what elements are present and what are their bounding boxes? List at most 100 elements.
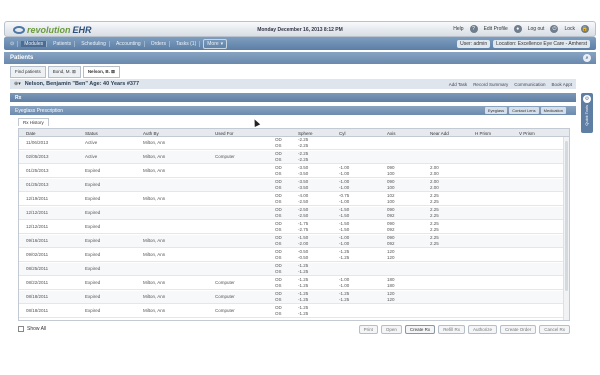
tab-rx-history[interactable]: Rx History: [18, 118, 49, 126]
nav-orders[interactable]: Orders: [148, 40, 170, 47]
cell-sph: -2.25 -2.25: [298, 151, 308, 163]
cell-axis-os: 100: [387, 171, 395, 176]
table-row[interactable]: 08/22/2011 Expired Milton, Ann Computer OD OS…: [19, 277, 563, 290]
table-row[interactable]: 08/18/2011 Expired Milton, Ann Computer OD OS…: [19, 305, 563, 318]
contact-lens-button[interactable]: Contact Lens: [509, 107, 539, 114]
rx-section-header: Rx: [10, 93, 576, 102]
help-link[interactable]: Help: [453, 26, 463, 32]
cell-eye: OD OS: [275, 277, 282, 289]
table-row[interactable]: 02/05/2013 Active Milton, Ann Computer OD OS -…: [19, 151, 563, 164]
cell-axis: 090 100: [387, 165, 395, 177]
logout-link[interactable]: Log out: [528, 26, 545, 32]
open-button[interactable]: Open: [380, 324, 402, 334]
table-row[interactable]: 11/06/2013 Active Milton, Ann OD OS -2.25 -2.2…: [19, 137, 563, 150]
add-task-link[interactable]: Add Task: [449, 82, 467, 87]
nav-tasks[interactable]: Tasks (1): [173, 40, 201, 47]
tab-nelson[interactable]: Nelson, B. ⊠: [82, 66, 120, 78]
search-icon[interactable]: ⌕: [583, 54, 591, 62]
power-icon[interactable]: ⏻: [550, 25, 559, 33]
cell-cyl: -1.50 -1.50: [339, 221, 349, 233]
col-axis[interactable]: Axis: [387, 131, 396, 136]
lock-link[interactable]: Lock: [564, 26, 575, 32]
person-icon[interactable]: ●: [513, 25, 522, 33]
edit-profile-link[interactable]: Edit Profile: [484, 26, 508, 32]
col-auth-by[interactable]: Auth By: [143, 131, 159, 136]
book-appt-link[interactable]: Book Appt: [551, 82, 572, 87]
table-row[interactable]: 09/16/2011 Expired Milton, Ann OD OS -1.50 -2.…: [19, 235, 563, 248]
table-row[interactable]: 12/12/2011 Expired OD OS -1.75 -2.75 -1.50 -1.5…: [19, 221, 563, 234]
cell-add: 2.00 2.00: [430, 179, 439, 191]
cell-eye: OD OS: [275, 165, 282, 177]
table-row[interactable]: 01/25/2013 Expired Milton, Ann OD OS -3.50 -3.…: [19, 165, 563, 178]
medication-button[interactable]: Medication: [540, 107, 566, 114]
table-scrollbar[interactable]: [563, 137, 569, 320]
table-row[interactable]: 09/02/2011 Expired Milton, Ann OD OS -0.50 -0.…: [19, 249, 563, 262]
col-used-for[interactable]: Used For: [215, 131, 234, 136]
cell-status: Expired: [85, 224, 101, 229]
col-near-add[interactable]: Near Add: [430, 131, 449, 136]
cell-cyl: -1.50 -1.50: [339, 207, 349, 219]
rx-history-table: Date Status Auth By Used For Sphere Cyl …: [18, 128, 570, 321]
cell-cyl-os: -1.00: [339, 283, 350, 288]
show-all-checkbox[interactable]: [18, 326, 24, 332]
create-order-button[interactable]: Create Order: [499, 324, 537, 334]
table-row[interactable]: 01/25/2013 Expired OD OS -3.50 -3.50 -1.00 -1.0…: [19, 179, 563, 192]
col-cyl[interactable]: Cyl: [339, 131, 346, 136]
cell-axis: 102 100: [387, 193, 395, 205]
cell-cyl-os: -1.00: [339, 185, 350, 190]
cell-add: 2.25 2.25: [430, 193, 439, 205]
col-status[interactable]: Status: [85, 131, 98, 136]
cell-add: 2.25 2.25: [430, 235, 439, 247]
eye-os: OS: [275, 311, 282, 316]
cell-sph: -0.50 -0.50: [298, 249, 308, 261]
cell-eye: OD OS: [275, 207, 282, 219]
more-button[interactable]: More ▾: [203, 38, 228, 49]
communication-link[interactable]: Communication: [514, 82, 545, 87]
cell-add: 2.25 2.25: [430, 207, 439, 219]
cell-axis-os: 180: [387, 283, 395, 288]
cell-axis: 090 092: [387, 207, 395, 219]
gear-icon[interactable]: ⚙: [583, 95, 591, 103]
cell-sph: -1.25 -1.25: [298, 305, 308, 317]
scroll-thumb[interactable]: [565, 141, 568, 291]
tab-find-patients[interactable]: Find patients: [10, 66, 46, 78]
nav-scheduling[interactable]: Scheduling: [78, 40, 110, 47]
eyeglass-button[interactable]: Eyeglass: [484, 107, 508, 114]
refill-rx-button[interactable]: Refill Rx: [438, 324, 465, 334]
cell-axis-os: 092: [387, 213, 395, 218]
cell-eye: OD OS: [275, 151, 282, 163]
eye-os: OS: [275, 255, 282, 260]
table-row[interactable]: 08/18/2011 Expired Milton, Ann Computer OD OS…: [19, 291, 563, 304]
nav-modules[interactable]: Modules: [21, 40, 48, 47]
eye-os: OS: [275, 213, 282, 218]
cell-eye: OD OS: [275, 249, 282, 261]
help-icon[interactable]: ?: [469, 25, 478, 33]
create-rx-button[interactable]: Create Rx: [404, 324, 436, 334]
cell-auth: Milton, Ann: [143, 252, 166, 257]
quick-tools-panel[interactable]: ⚙ Quick Tools: [581, 93, 593, 133]
user-value[interactable]: admin: [473, 41, 487, 47]
authorize-button[interactable]: Authorize: [467, 324, 497, 334]
col-h-prism[interactable]: H Prism: [475, 131, 491, 136]
table-row[interactable]: 08/25/2011 Expired OD OS -1.25 -1.25: [19, 263, 563, 276]
location-value[interactable]: Excellence Eye Care - Amherst: [518, 41, 587, 47]
patient-menu-icon[interactable]: ⊕▾: [14, 81, 21, 87]
nav-patients[interactable]: Patients: [50, 40, 76, 47]
table-row[interactable]: 12/19/2011 Expired Milton, Ann OD OS -4.00 -2.…: [19, 193, 563, 206]
nav-accounting[interactable]: Accounting: [113, 40, 145, 47]
cell-status: Expired: [85, 238, 101, 243]
col-sphere[interactable]: Sphere: [298, 131, 313, 136]
cancel-rx-button[interactable]: Cancel Rx: [539, 324, 570, 334]
print-button[interactable]: Print: [358, 324, 378, 334]
cell-eye: OD OS: [275, 193, 282, 205]
eye-os: OS: [275, 143, 282, 148]
nav-icon[interactable]: ⊙: [7, 40, 19, 47]
lock-icon[interactable]: 🔒: [581, 25, 589, 33]
table-row[interactable]: 12/12/2011 Expired OD OS -2.50 -2.50 -1.50 -1.5…: [19, 207, 563, 220]
cell-eye: OD OS: [275, 291, 282, 303]
col-v-prism[interactable]: V Prism: [519, 131, 535, 136]
col-date[interactable]: Date: [26, 131, 36, 136]
record-summary-link[interactable]: Record Summary: [473, 82, 508, 87]
cell-sph-os: -2.00: [298, 241, 309, 246]
tab-bond[interactable]: Bond, M. ⊠: [47, 66, 81, 78]
